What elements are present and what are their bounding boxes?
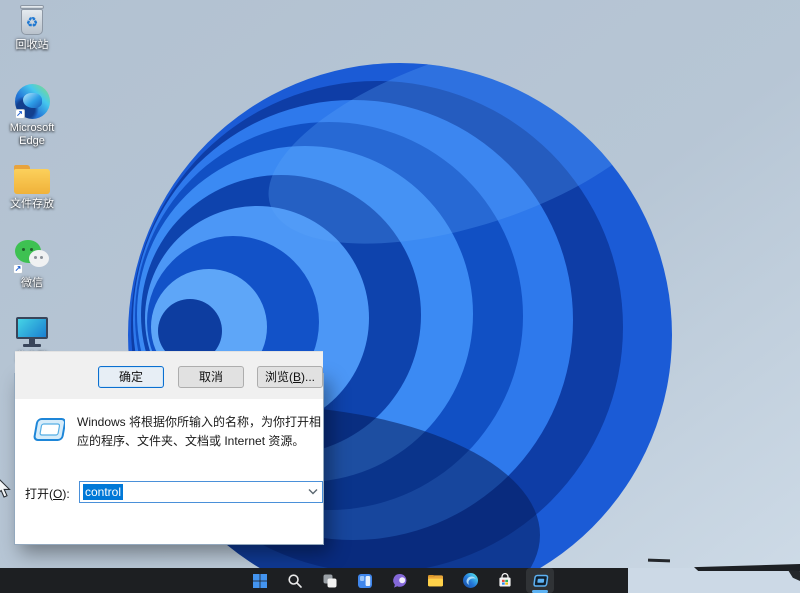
search-icon[interactable] — [281, 568, 309, 593]
store-icon[interactable] — [491, 568, 519, 593]
ok-button[interactable]: 确定 — [98, 366, 164, 388]
taskbar-glitch-area — [628, 568, 800, 593]
edge-icon: ↗ — [14, 84, 50, 119]
desktop-icon-wechat[interactable]: ↗ 微信 — [0, 240, 64, 290]
edge-icon[interactable] — [456, 568, 484, 593]
desktop-icon-label: Microsoft Edge — [9, 122, 55, 147]
desktop: ♻ 回收站 ↗ Microsoft Edge 文件存放 ↗ 微信 此电脑 — [0, 0, 800, 593]
cancel-button[interactable]: 取消 — [178, 366, 244, 388]
chevron-down-icon[interactable] — [308, 488, 318, 495]
widgets-icon[interactable] — [351, 568, 379, 593]
open-label: 打开(O): — [25, 487, 70, 501]
chat-icon[interactable] — [386, 568, 414, 593]
folder-icon — [13, 165, 51, 195]
monitor-icon — [14, 317, 50, 348]
task-view-icon[interactable] — [316, 568, 344, 593]
desktop-icon-microsoft-edge[interactable]: ↗ Microsoft Edge — [0, 84, 64, 147]
start-icon[interactable] — [246, 568, 274, 593]
taskbar — [0, 568, 628, 593]
open-input[interactable]: control — [79, 481, 323, 503]
wechat-icon: ↗ — [13, 240, 51, 274]
dialog-button-strip: 确定 取消 浏览(B)... — [15, 351, 323, 399]
recycle-glyph: ♻ — [25, 14, 39, 30]
recycle-bin-icon: ♻ — [19, 5, 45, 36]
desktop-icon-label: 回收站 — [15, 39, 49, 51]
input-selected-text: control — [83, 484, 124, 500]
shortcut-arrow-icon: ↗ — [14, 109, 25, 119]
run-dialog-description: Windows 将根据你所输入的名称，为你打开相应的程序、文件夹、文档或 Int… — [77, 415, 322, 448]
run-program-icon — [33, 418, 65, 441]
run-app-icon[interactable] — [526, 568, 554, 593]
desktop-icon-label: 文件存放 — [10, 198, 54, 210]
desktop-icon-file-folder[interactable]: 文件存放 — [0, 165, 64, 211]
browse-button[interactable]: 浏览(B)... — [257, 366, 323, 388]
shortcut-arrow-icon: ↗ — [13, 264, 23, 274]
file-explorer-icon[interactable] — [421, 568, 449, 593]
desktop-icon-label: 微信 — [21, 277, 43, 289]
run-dialog: 运行 ✕ Windows 将根据你所输入的名称，为你打开相应的程序、文件夹、文档… — [14, 351, 324, 545]
desktop-icon-recycle-bin[interactable]: ♻ 回收站 — [0, 5, 64, 52]
